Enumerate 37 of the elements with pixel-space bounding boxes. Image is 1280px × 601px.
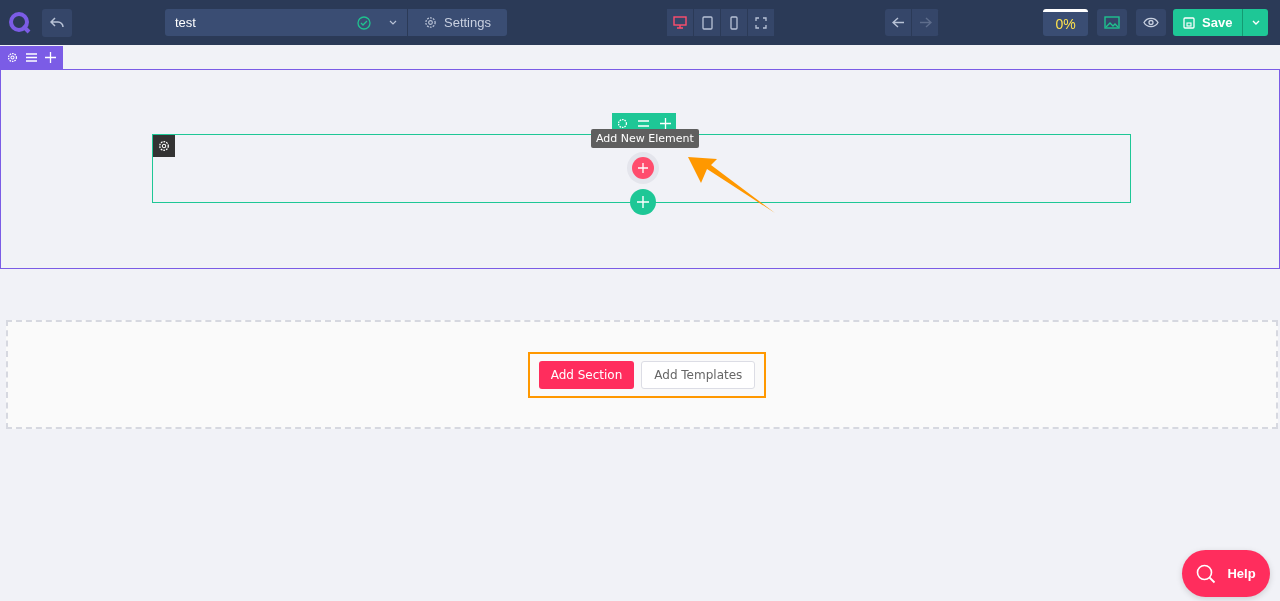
logo-icon bbox=[8, 10, 32, 35]
floppy-icon bbox=[1183, 16, 1195, 29]
add-section-button[interactable]: Add Section bbox=[538, 360, 635, 389]
device-button[interactable] bbox=[667, 9, 694, 36]
image-icon bbox=[1104, 16, 1120, 29]
tablet-icon bbox=[701, 15, 713, 30]
media-button[interactable] bbox=[1097, 9, 1127, 36]
row-settings-button[interactable] bbox=[153, 135, 175, 157]
exit-button[interactable] bbox=[42, 8, 72, 37]
menu-icon[interactable] bbox=[26, 53, 37, 62]
page-name: test bbox=[175, 15, 197, 30]
undo-button[interactable] bbox=[885, 9, 912, 36]
eye-icon bbox=[1143, 17, 1159, 28]
monitor-icon bbox=[673, 16, 687, 29]
fullscreen-icon bbox=[755, 16, 767, 29]
move-icon[interactable] bbox=[45, 52, 56, 63]
settings-icon bbox=[424, 16, 437, 29]
page-name-field[interactable]: test bbox=[165, 9, 407, 36]
save-options-button[interactable] bbox=[1242, 9, 1269, 36]
plus-icon bbox=[637, 196, 649, 208]
arrow-left-icon bbox=[891, 17, 905, 28]
reply-icon bbox=[50, 16, 64, 29]
settings-button[interactable]: Settings bbox=[407, 9, 507, 36]
settings-icon[interactable] bbox=[7, 52, 18, 63]
progress-indicator: 0% bbox=[1043, 9, 1088, 36]
chevron-down-icon[interactable] bbox=[389, 19, 397, 26]
add-templates-button[interactable]: Add Templates bbox=[641, 360, 756, 389]
settings-icon bbox=[158, 140, 170, 152]
arrow-right-icon bbox=[918, 17, 932, 28]
tooltip: Add New Element bbox=[591, 129, 699, 148]
chevron-down-icon bbox=[1251, 19, 1260, 26]
plus-icon bbox=[638, 163, 648, 173]
search-icon bbox=[1196, 563, 1217, 584]
phone-icon bbox=[730, 15, 738, 30]
check-circle-icon bbox=[357, 15, 371, 30]
preview-button[interactable] bbox=[1136, 9, 1166, 36]
help-button[interactable]: Help bbox=[1182, 550, 1270, 597]
